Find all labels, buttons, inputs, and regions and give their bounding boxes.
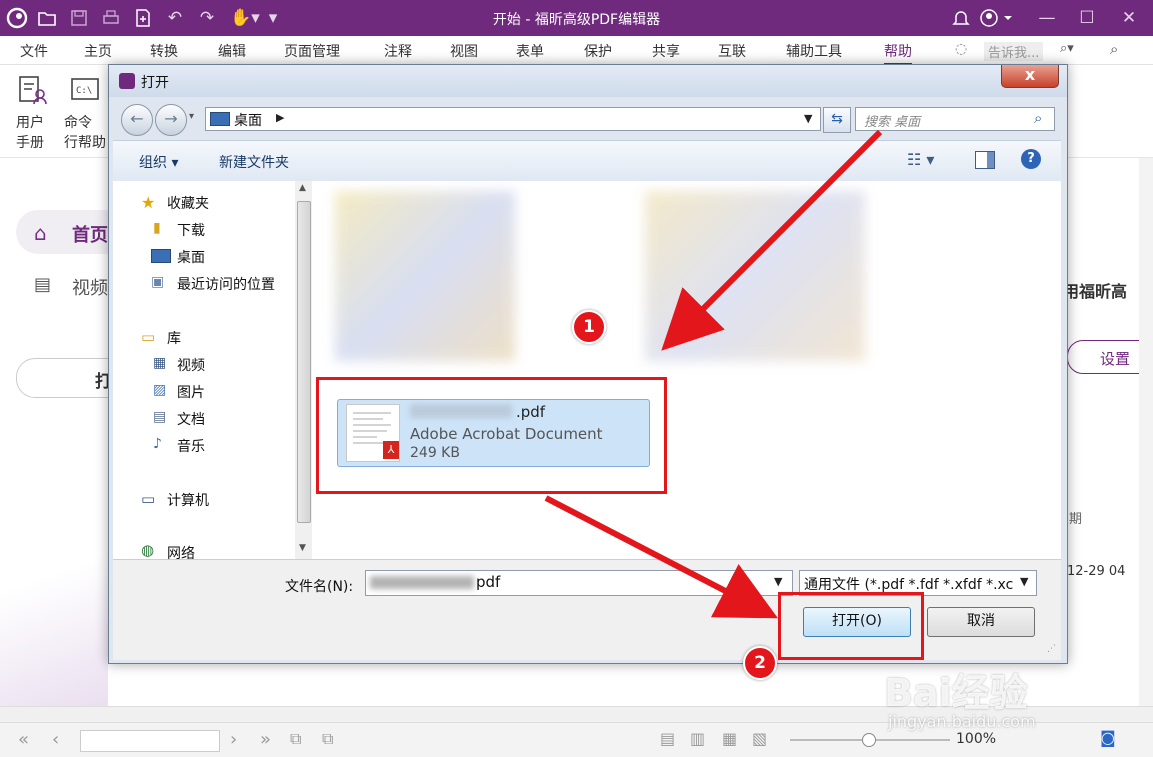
arrow-to-file: [661, 129, 883, 351]
step-1-badge: 1: [572, 310, 606, 344]
annotation-arrows: [544, 129, 883, 619]
watermark-url: jingyan.baidu.com: [888, 712, 1036, 731]
step-2-badge: 2: [743, 646, 777, 680]
baidu-watermark: Bai经验: [884, 671, 1028, 715]
arrow-to-open-button: [544, 495, 778, 619]
